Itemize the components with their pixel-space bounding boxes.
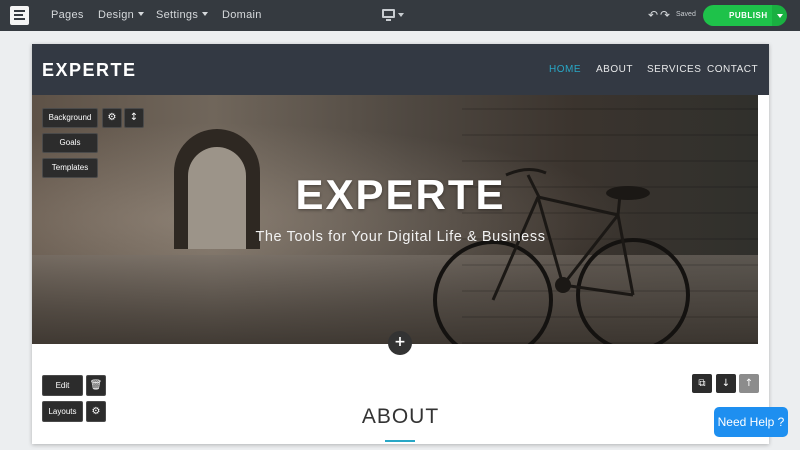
menu-settings[interactable]: Settings <box>156 9 209 21</box>
chevron-down-icon <box>138 12 145 16</box>
site-nav-home[interactable]: HOME <box>549 64 581 75</box>
site-header: EXPERTE HOME ABOUT SERVICES CONTACT <box>32 44 769 95</box>
publish-options-button[interactable] <box>772 5 787 26</box>
need-help-button[interactable]: Need Help ? <box>714 407 788 437</box>
save-status: Saved <box>676 11 696 18</box>
site-logo[interactable]: EXPERTE <box>42 60 137 81</box>
menu-design-label: Design <box>98 9 135 21</box>
website-canvas: EXPERTE HOME ABOUT SERVICES CONTACT EXPE… <box>32 44 769 444</box>
redo-icon[interactable]: ↷ <box>660 8 670 22</box>
gear-icon: ⚙ <box>107 112 117 123</box>
hamburger-menu-icon[interactable] <box>10 6 29 25</box>
background-button[interactable]: Background <box>42 108 98 128</box>
about-title-underline <box>385 440 415 442</box>
menu-design[interactable]: Design <box>98 9 145 21</box>
copy-section-button[interactable]: ⧉ <box>692 374 712 393</box>
undo-icon[interactable]: ↶ <box>648 8 658 22</box>
hero-section[interactable]: EXPERTE The Tools for Your Digital Life … <box>32 95 758 344</box>
move-section-down-button[interactable]: ↓ <box>716 374 736 393</box>
hero-subtitle[interactable]: The Tools for Your Digital Life & Busine… <box>32 229 758 245</box>
plus-icon: + <box>394 334 406 350</box>
hero-settings-button[interactable]: ⚙ <box>102 108 122 128</box>
move-section-up-button[interactable]: ↑ <box>739 374 759 393</box>
arrow-down-icon: ↓ <box>721 378 731 389</box>
about-section-title[interactable]: ABOUT <box>32 405 769 429</box>
site-nav-services[interactable]: SERVICES <box>647 64 701 75</box>
hero-resize-button[interactable]: ↕ <box>124 108 144 128</box>
vertical-resize-icon: ↕ <box>129 112 139 123</box>
editor-toolbar: Pages Design Settings Domain ↶ ↷ Saved P… <box>0 0 800 31</box>
goals-button[interactable]: Goals <box>42 133 98 153</box>
menu-settings-label: Settings <box>156 9 199 21</box>
hero-title[interactable]: EXPERTE <box>32 171 758 219</box>
menu-pages[interactable]: Pages <box>51 9 84 21</box>
copy-icon: ⧉ <box>698 378 706 389</box>
menu-domain[interactable]: Domain <box>222 9 262 21</box>
publish-label: PUBLISH <box>729 11 768 20</box>
site-nav-contact[interactable]: CONTACT <box>707 64 758 75</box>
publish-button[interactable]: PUBLISH <box>703 5 772 26</box>
trash-icon: 🗑 <box>89 380 103 391</box>
chevron-down-icon <box>202 12 209 16</box>
arrow-up-icon: ↑ <box>744 378 754 389</box>
delete-section-button[interactable]: 🗑 <box>86 375 106 396</box>
edit-section-button[interactable]: Edit <box>42 375 83 396</box>
templates-button[interactable]: Templates <box>42 158 98 178</box>
chevron-down-icon <box>777 14 783 18</box>
add-section-button[interactable]: + <box>388 331 412 355</box>
site-nav-about[interactable]: ABOUT <box>596 64 633 75</box>
